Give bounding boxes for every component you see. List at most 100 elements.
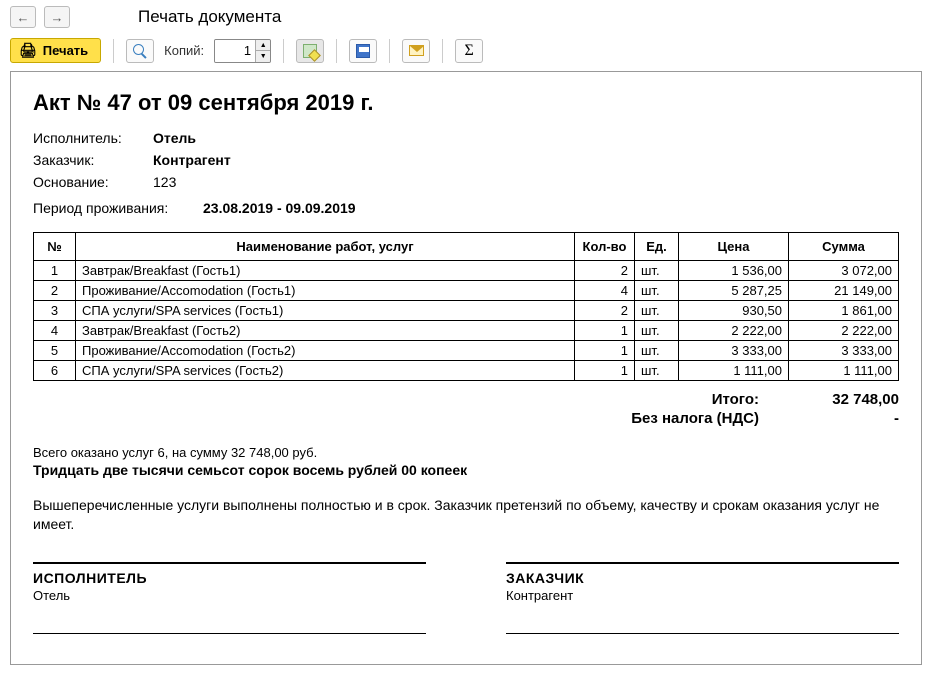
document-area: Акт № 47 от 09 сентября 2019 г. Исполнит… (10, 71, 922, 665)
summary-line: Всего оказано услуг 6, на сумму 32 748,0… (33, 445, 899, 460)
sum-button[interactable]: Σ (455, 39, 483, 63)
col-num: № (34, 233, 76, 261)
cell-name: Проживание/Accomodation (Гость2) (76, 341, 575, 361)
total-label: Итого: (712, 391, 759, 408)
cell-unit: шт. (635, 321, 679, 341)
amount-in-words: Тридцать две тысячи семьсот сорок восемь… (33, 462, 899, 478)
customer-label: Заказчик: (33, 152, 153, 168)
cell-name: СПА услуги/SPA services (Гость2) (76, 361, 575, 381)
copies-up-button[interactable]: ▲ (256, 40, 270, 51)
cell-qty: 2 (575, 301, 635, 321)
toolbar-divider (336, 39, 337, 63)
tax-value: - (789, 410, 899, 427)
preview-button[interactable] (126, 39, 154, 63)
toolbar-divider (283, 39, 284, 63)
print-button[interactable]: Печать (10, 38, 101, 63)
col-unit: Ед. (635, 233, 679, 261)
cell-sum: 3 333,00 (789, 341, 899, 361)
table-row: 5Проживание/Accomodation (Гость2)1шт.3 3… (34, 341, 899, 361)
cell-num: 6 (34, 361, 76, 381)
cell-qty: 2 (575, 261, 635, 281)
cell-price: 1 536,00 (679, 261, 789, 281)
edit-icon (303, 44, 317, 58)
customer-sig-title: ЗАКАЗЧИК (506, 570, 899, 586)
toolbar-divider (442, 39, 443, 63)
period-value: 23.08.2019 - 09.09.2019 (203, 200, 356, 216)
send-email-button[interactable] (402, 39, 430, 63)
cell-unit: шт. (635, 261, 679, 281)
document-heading: Акт № 47 от 09 сентября 2019 г. (33, 90, 899, 116)
cell-name: Проживание/Accomodation (Гость1) (76, 281, 575, 301)
table-header-row: № Наименование работ, услуг Кол-во Ед. Ц… (34, 233, 899, 261)
cell-name: СПА услуги/SPA services (Гость1) (76, 301, 575, 321)
col-sum: Сумма (789, 233, 899, 261)
cell-sum: 2 222,00 (789, 321, 899, 341)
col-qty: Кол-во (575, 233, 635, 261)
print-button-label: Печать (43, 43, 88, 58)
cell-unit: шт. (635, 361, 679, 381)
table-row: 3СПА услуги/SPA services (Гость1)2шт.930… (34, 301, 899, 321)
cell-num: 4 (34, 321, 76, 341)
toolbar-divider (113, 39, 114, 63)
customer-sig-name: Контрагент (506, 588, 899, 603)
table-row: 1Завтрак/Breakfast (Гость1)2шт.1 536,003… (34, 261, 899, 281)
table-row: 2Проживание/Accomodation (Гость1)4шт.5 2… (34, 281, 899, 301)
cell-qty: 4 (575, 281, 635, 301)
cell-name: Завтрак/Breakfast (Гость2) (76, 321, 575, 341)
period-label: Период проживания: (33, 200, 203, 216)
basis-value: 123 (153, 174, 176, 190)
cell-num: 1 (34, 261, 76, 281)
completion-note: Вышеперечисленные услуги выполнены полно… (33, 496, 899, 534)
cell-price: 930,50 (679, 301, 789, 321)
performer-label: Исполнитель: (33, 130, 153, 146)
cell-unit: шт. (635, 281, 679, 301)
printer-icon (19, 42, 37, 59)
cell-qty: 1 (575, 361, 635, 381)
cell-price: 1 111,00 (679, 361, 789, 381)
performer-signature-block: ИСПОЛНИТЕЛЬ Отель (33, 562, 426, 634)
performer-sig-title: ИСПОЛНИТЕЛЬ (33, 570, 426, 586)
basis-label: Основание: (33, 174, 153, 190)
cell-num: 3 (34, 301, 76, 321)
cell-name: Завтрак/Breakfast (Гость1) (76, 261, 575, 281)
magnifier-icon (133, 44, 147, 58)
total-value: 32 748,00 (789, 391, 899, 408)
cell-price: 3 333,00 (679, 341, 789, 361)
nav-forward-button[interactable]: → (44, 6, 70, 28)
arrow-right-icon: → (51, 10, 64, 25)
performer-value: Отель (153, 130, 196, 146)
page-title: Печать документа (138, 7, 281, 27)
cell-num: 5 (34, 341, 76, 361)
toolbar-divider (389, 39, 390, 63)
copies-spinner[interactable]: ▲ ▼ (214, 39, 271, 63)
cell-unit: шт. (635, 341, 679, 361)
col-name: Наименование работ, услуг (76, 233, 575, 261)
cell-sum: 21 149,00 (789, 281, 899, 301)
col-price: Цена (679, 233, 789, 261)
nav-back-button[interactable]: ← (10, 6, 36, 28)
table-row: 4Завтрак/Breakfast (Гость2)1шт.2 222,002… (34, 321, 899, 341)
floppy-icon (356, 44, 370, 58)
customer-value: Контрагент (153, 152, 231, 168)
edit-button[interactable] (296, 39, 324, 63)
customer-signature-block: ЗАКАЗЧИК Контрагент (506, 562, 899, 634)
cell-sum: 3 072,00 (789, 261, 899, 281)
cell-num: 2 (34, 281, 76, 301)
copies-input[interactable] (215, 40, 255, 62)
sigma-icon: Σ (465, 43, 474, 59)
cell-unit: шт. (635, 301, 679, 321)
items-table: № Наименование работ, услуг Кол-во Ед. Ц… (33, 232, 899, 381)
cell-qty: 1 (575, 321, 635, 341)
save-button[interactable] (349, 39, 377, 63)
cell-sum: 1 861,00 (789, 301, 899, 321)
cell-qty: 1 (575, 341, 635, 361)
arrow-left-icon: ← (17, 10, 30, 25)
cell-price: 5 287,25 (679, 281, 789, 301)
copies-label: Копий: (164, 43, 204, 58)
cell-price: 2 222,00 (679, 321, 789, 341)
tax-label: Без налога (НДС) (631, 410, 759, 427)
table-row: 6СПА услуги/SPA services (Гость2)1шт.1 1… (34, 361, 899, 381)
cell-sum: 1 111,00 (789, 361, 899, 381)
performer-sig-name: Отель (33, 588, 426, 603)
copies-down-button[interactable]: ▼ (256, 51, 270, 62)
